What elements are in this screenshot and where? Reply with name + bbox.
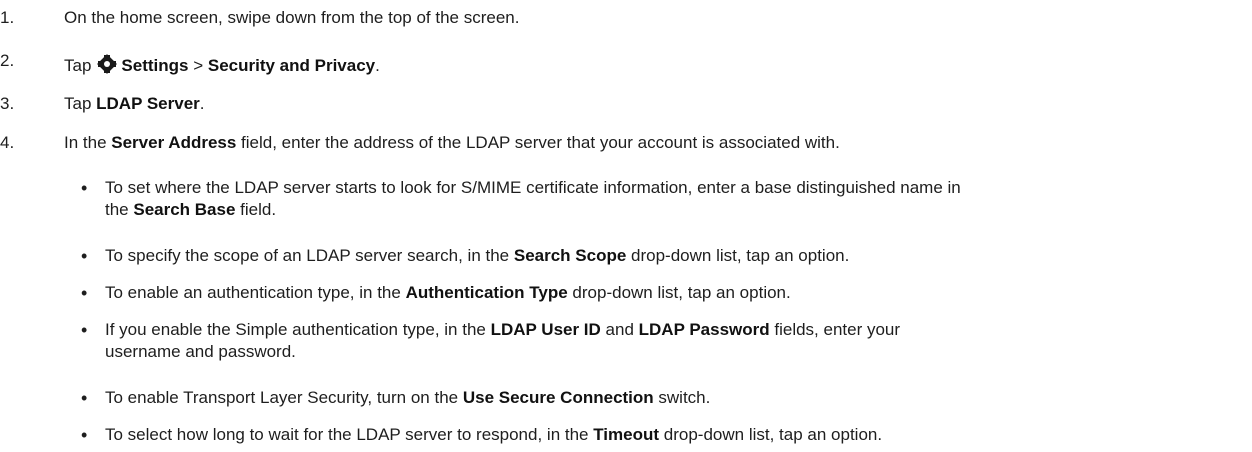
bullet-glyph: •	[81, 320, 88, 340]
step-number: 1.	[0, 8, 15, 27]
ldap-server-label: LDAP Server	[96, 94, 200, 113]
use-secure-connection-label: Use Secure Connection	[462, 388, 654, 407]
gear-icon	[97, 54, 118, 80]
separator: >	[188, 56, 208, 75]
server-address-label: Server Address	[111, 133, 237, 152]
ldap-password-label: LDAP Password	[638, 320, 770, 339]
search-base-label: Search Base	[133, 200, 236, 219]
step-number: 2.	[0, 51, 15, 70]
step-number: 3.	[0, 94, 15, 113]
step-number: 4.	[0, 133, 15, 152]
instructions-document: 1. On the home screen, swipe down from t…	[0, 0, 1252, 452]
step-text: Tap LDAP Server.	[64, 94, 205, 113]
security-privacy-label: Security and Privacy	[207, 56, 376, 75]
step-text-pre: Tap	[64, 56, 92, 75]
list-item-text: To specify the scope of an LDAP server s…	[105, 246, 850, 265]
list-item-text: To enable an authentication type, in the…	[105, 283, 791, 302]
settings-label: Settings	[121, 56, 189, 75]
step-text: In the Server Address field, enter the a…	[64, 133, 840, 152]
list-item-text: To set where the LDAP server starts to l…	[105, 178, 961, 219]
bullet-glyph: •	[81, 178, 88, 198]
authentication-type-label: Authentication Type	[405, 283, 568, 302]
step-text: Tap Settings > Security and Privacy.	[64, 54, 1244, 80]
timeout-label: Timeout	[593, 425, 660, 444]
list-item-text: To select how long to wait for the LDAP …	[105, 425, 883, 444]
bullet-glyph: •	[81, 246, 88, 266]
bullet-glyph: •	[81, 388, 88, 408]
search-scope-label: Search Scope	[513, 246, 627, 265]
list-item-text: If you enable the Simple authentication …	[105, 320, 901, 361]
bullet-glyph: •	[81, 283, 88, 303]
bullet-glyph: •	[81, 425, 88, 445]
list-item-text: To enable Transport Layer Security, turn…	[105, 388, 711, 407]
ldap-user-id-label: LDAP User ID	[490, 320, 601, 339]
step-text: On the home screen, swipe down from the …	[64, 8, 520, 27]
